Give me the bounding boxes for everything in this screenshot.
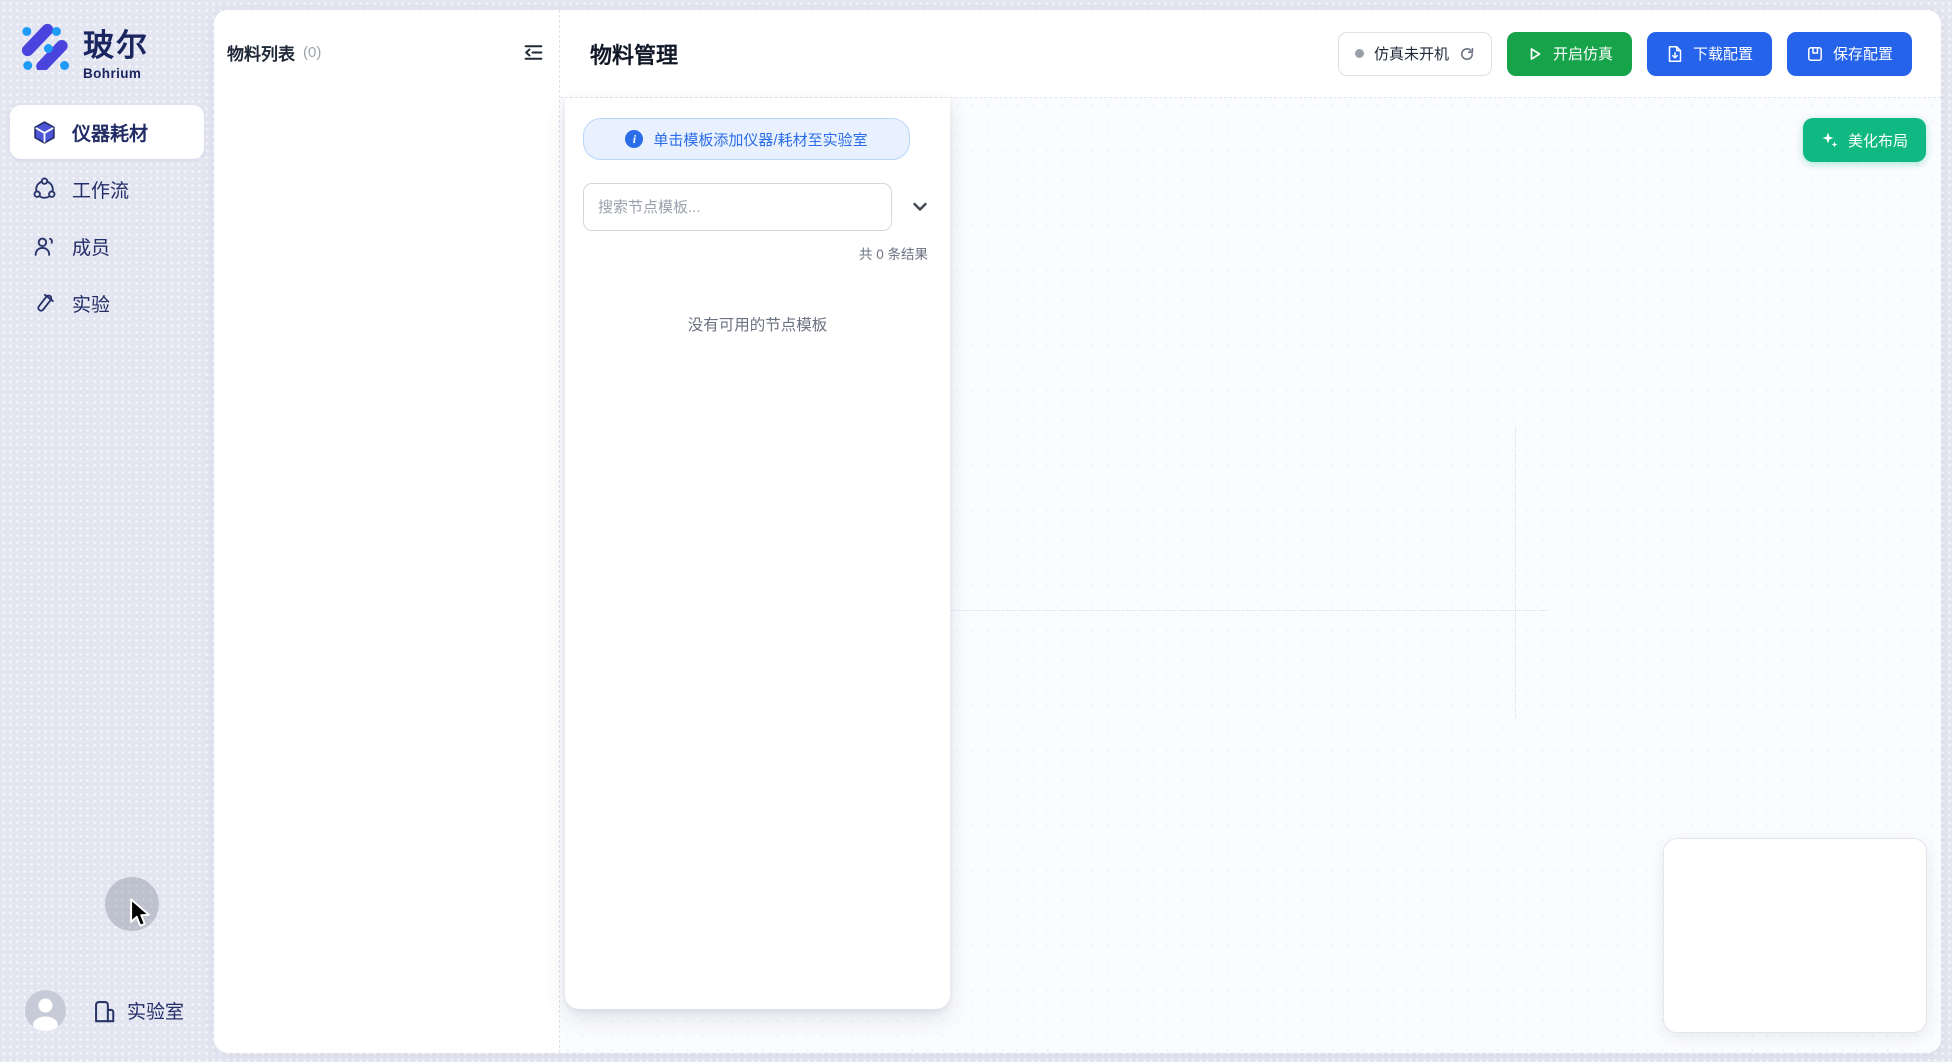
sidebar-item-label: 工作流 — [72, 176, 129, 203]
brand-name-en: Bohrium — [83, 66, 149, 81]
material-list-panel: 物料列表 (0) — [214, 10, 560, 1053]
simulation-status-label: 仿真未开机 — [1374, 43, 1449, 64]
status-dot-icon — [1355, 49, 1364, 58]
sidebar-menu: 仪器耗材 工作流 成员 — [10, 105, 204, 330]
node-template-panel: i 单击模板添加仪器/耗材至实验室 共 0 条结果 没有可用的节点模板 — [565, 98, 950, 1009]
template-hint-banner[interactable]: i 单击模板添加仪器/耗材至实验室 — [583, 118, 910, 160]
sidebar-footer: 实验室 — [25, 990, 184, 1031]
download-config-button[interactable]: 下载配置 — [1647, 32, 1772, 76]
mouse-cursor-icon — [127, 898, 153, 928]
result-count: 共 0 条结果 — [583, 243, 932, 263]
beautify-layout-button[interactable]: 美化布局 — [1803, 118, 1926, 162]
sidebar-item-label: 仪器耗材 — [72, 119, 148, 146]
canvas-guide-line — [1515, 428, 1516, 718]
workflow-icon — [32, 177, 57, 202]
download-file-icon — [1666, 45, 1684, 63]
template-search-row — [583, 183, 932, 231]
sparkles-icon — [1821, 131, 1839, 149]
cube-icon — [32, 120, 57, 145]
refresh-icon[interactable] — [1459, 46, 1475, 62]
simulation-status-pill[interactable]: 仿真未开机 — [1338, 32, 1492, 76]
material-list-title: 物料列表 — [227, 40, 295, 65]
chevron-down-icon[interactable] — [908, 195, 932, 219]
download-config-label: 下载配置 — [1693, 43, 1753, 64]
save-config-button[interactable]: 保存配置 — [1787, 32, 1912, 76]
sidebar-item-label: 成员 — [72, 233, 110, 260]
save-icon — [1806, 45, 1824, 63]
main-column: 物料管理 仿真未开机 开启仿真 — [560, 10, 1941, 1053]
search-input[interactable] — [583, 183, 892, 231]
sidebar-item-instruments[interactable]: 仪器耗材 — [10, 105, 204, 159]
members-icon — [32, 234, 57, 259]
brand-logo[interactable]: 玻尔 Bohrium — [17, 18, 149, 81]
info-icon: i — [625, 130, 643, 148]
beautify-layout-label: 美化布局 — [1848, 130, 1908, 151]
sidebar-item-workflow[interactable]: 工作流 — [10, 162, 204, 216]
start-simulation-button[interactable]: 开启仿真 — [1507, 32, 1632, 76]
template-hint-text: 单击模板添加仪器/耗材至实验室 — [653, 129, 867, 150]
content-card: 物料列表 (0) 物料管理 仿真未开机 — [214, 10, 1941, 1053]
brand-name-cn: 玻尔 — [83, 20, 149, 65]
flow-canvas[interactable]: i 单击模板添加仪器/耗材至实验室 共 0 条结果 没有可用的节点模板 — [560, 98, 1941, 1053]
avatar[interactable] — [25, 990, 66, 1031]
experiment-icon — [32, 291, 57, 316]
save-config-label: 保存配置 — [1833, 43, 1893, 64]
minimap[interactable] — [1663, 838, 1927, 1033]
canvas-guide-line — [948, 610, 1548, 611]
material-list-header: 物料列表 (0) — [214, 10, 559, 65]
page-title: 物料管理 — [590, 38, 678, 70]
lab-switcher[interactable]: 实验室 — [91, 997, 184, 1024]
lab-label: 实验室 — [127, 997, 184, 1024]
play-icon — [1526, 45, 1544, 63]
material-list-count: (0) — [303, 44, 321, 61]
empty-template-message: 没有可用的节点模板 — [583, 313, 932, 335]
sidebar-item-label: 实验 — [72, 290, 110, 317]
sidebar-item-members[interactable]: 成员 — [10, 219, 204, 273]
sidebar-item-experiment[interactable]: 实验 — [10, 276, 204, 330]
page-header: 物料管理 仿真未开机 开启仿真 — [560, 10, 1941, 98]
building-icon — [91, 997, 118, 1024]
header-actions: 仿真未开机 开启仿真 — [1338, 32, 1912, 76]
start-simulation-label: 开启仿真 — [1553, 43, 1613, 64]
bohrium-logo-icon — [17, 18, 69, 70]
menu-fold-icon[interactable] — [522, 42, 544, 64]
